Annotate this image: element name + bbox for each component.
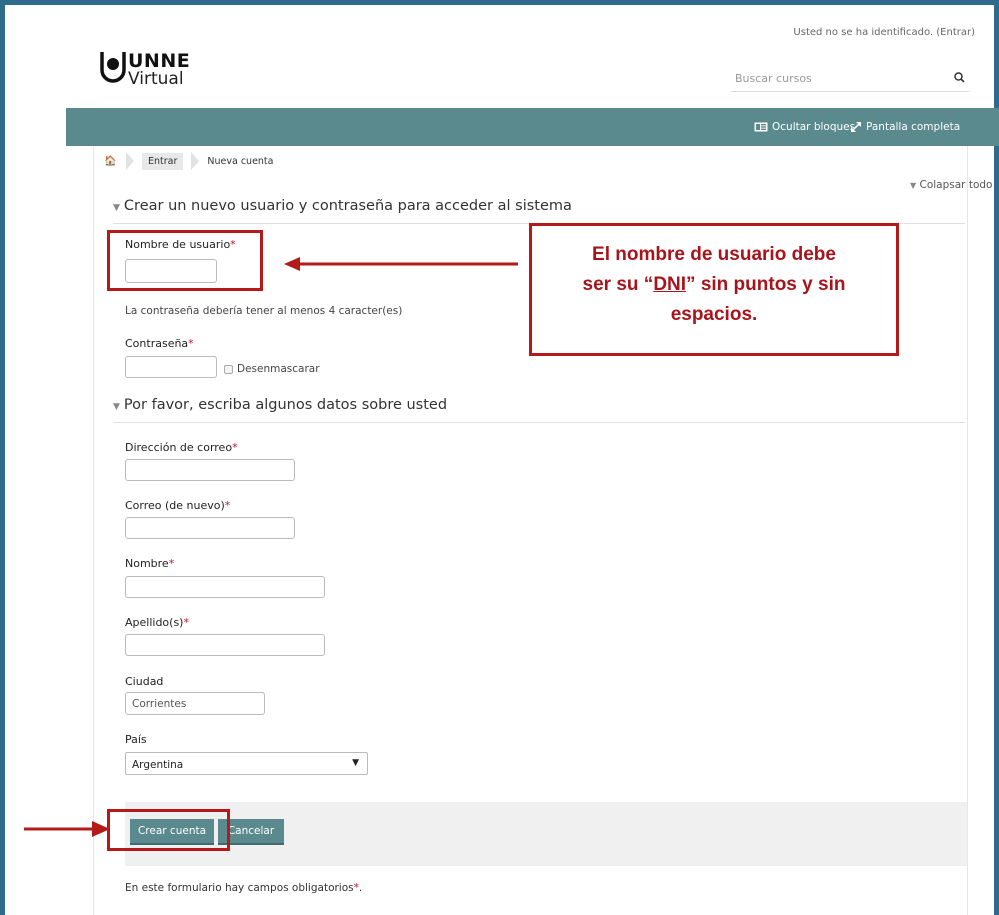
password-help-text: La contraseña debería tener al menos 4 c… bbox=[125, 305, 403, 317]
fullscreen-label: Pantalla completa bbox=[866, 121, 961, 133]
username-instruction-callout: El nombre de usuario debe ser su “DNI” s… bbox=[529, 223, 899, 356]
unmask-option[interactable]: Desenmascarar bbox=[224, 363, 320, 375]
breadcrumb-item-new-account: Nueva cuenta bbox=[207, 155, 274, 167]
email-label: Dirección de correo* bbox=[125, 441, 238, 454]
breadcrumb-item-login[interactable]: Entrar bbox=[142, 152, 184, 170]
collapse-triangle-icon: ▼ bbox=[113, 402, 120, 412]
firstname-label-text: Nombre bbox=[125, 557, 169, 570]
username-highlight-box bbox=[107, 230, 263, 291]
callout-line-3: espacios. bbox=[670, 304, 758, 325]
country-value: Argentina bbox=[132, 759, 184, 771]
expand-icon bbox=[851, 122, 861, 132]
password-label: Contraseña* bbox=[125, 337, 194, 350]
email-confirm-input[interactable] bbox=[125, 517, 295, 539]
breadcrumb: 🏠 Entrar Nueva cuenta bbox=[104, 152, 273, 170]
period: . bbox=[358, 882, 363, 894]
required-marker: * bbox=[224, 499, 231, 512]
country-label: País bbox=[125, 733, 147, 746]
site-logo[interactable]: UNNE Virtual bbox=[100, 50, 230, 98]
section-details-title: Por favor, escriba algunos datos sobre u… bbox=[123, 397, 448, 413]
blocks-icon bbox=[754, 122, 768, 132]
content-border-left bbox=[93, 146, 94, 915]
breadcrumb-separator bbox=[191, 152, 200, 170]
collapse-triangle-icon: ▼ bbox=[113, 203, 120, 213]
lastname-label: Apellido(s)* bbox=[125, 616, 189, 629]
breadcrumb-separator bbox=[126, 152, 134, 170]
password-label-text: Contraseña bbox=[125, 337, 189, 350]
callout-line-2-start: ser su “ bbox=[582, 274, 654, 295]
firstname-label: Nombre* bbox=[125, 557, 174, 570]
city-value: Corrientes bbox=[132, 698, 187, 710]
callout-line-2: ser su “DNI” sin puntos y sin bbox=[532, 270, 896, 300]
collapse-all-link[interactable]: ▼ Colapsar todo bbox=[910, 179, 992, 191]
unmask-checkbox[interactable] bbox=[224, 364, 233, 374]
country-select[interactable]: Argentina ▼ bbox=[125, 752, 368, 775]
email-label-text: Dirección de correo bbox=[125, 441, 233, 454]
dropdown-caret-icon: ▼ bbox=[352, 758, 359, 768]
content-border-right bbox=[967, 146, 968, 915]
required-marker: * bbox=[188, 337, 194, 350]
callout-line-2-end: ” sin puntos y sin bbox=[686, 274, 846, 295]
required-marker: * bbox=[183, 616, 189, 629]
email2-label-text: Correo (de nuevo) bbox=[125, 499, 225, 512]
section-details-legend[interactable]: ▼ Por favor, escriba algunos datos sobre … bbox=[113, 397, 447, 413]
fullscreen-button[interactable]: Pantalla completa bbox=[850, 121, 960, 133]
email-input[interactable] bbox=[125, 459, 295, 481]
required-marker: * bbox=[232, 441, 238, 454]
section-account-legend[interactable]: ▼ Crear un nuevo usuario y contraseña par… bbox=[113, 198, 572, 214]
city-input[interactable]: Corrientes bbox=[125, 692, 265, 715]
login-status-text[interactable]: Usted no se ha identificado. (Entrar) bbox=[793, 27, 975, 38]
password-input[interactable] bbox=[125, 356, 217, 378]
course-search[interactable]: Buscar cursos bbox=[731, 66, 969, 92]
lastname-input[interactable] bbox=[125, 634, 325, 656]
logo-subtitle: Virtual bbox=[128, 69, 184, 89]
search-input[interactable]: Buscar cursos bbox=[735, 72, 812, 85]
city-label: Ciudad bbox=[125, 675, 164, 688]
home-icon[interactable]: 🏠 bbox=[104, 156, 118, 167]
navbar: Ocultar bloques Pantalla completa bbox=[66, 108, 999, 146]
email2-label: Correo (de nuevo)* bbox=[125, 499, 230, 512]
required-note-text: En este formulario hay campos obligatori… bbox=[125, 882, 354, 894]
annotation-arrow-right bbox=[24, 821, 110, 837]
annotation-arrow-left bbox=[284, 257, 518, 271]
callout-dni: DNI bbox=[653, 274, 687, 295]
search-icon[interactable] bbox=[954, 72, 965, 83]
collapse-all-label: Colapsar todo bbox=[919, 179, 993, 191]
lastname-label-text: Apellido(s) bbox=[125, 616, 184, 629]
firstname-input[interactable] bbox=[125, 576, 325, 598]
triangle-down-icon: ▼ bbox=[910, 181, 917, 190]
hide-blocks-button[interactable]: Ocultar bloques bbox=[754, 121, 855, 133]
required-marker: * bbox=[168, 557, 175, 570]
section-account-title: Crear un nuevo usuario y contraseña para… bbox=[123, 198, 572, 214]
hide-blocks-label: Ocultar bloques bbox=[772, 121, 856, 133]
create-button-highlight-box bbox=[107, 809, 230, 851]
section-divider bbox=[113, 422, 965, 423]
unmask-label: Desenmascarar bbox=[237, 363, 320, 375]
logo-icon bbox=[100, 52, 126, 83]
form-button-bar: Crear cuenta Cancelar bbox=[125, 802, 967, 866]
callout-line-1: El nombre de usuario debe bbox=[592, 244, 836, 265]
required-fields-note: En este formulario hay campos obligatori… bbox=[125, 882, 362, 894]
